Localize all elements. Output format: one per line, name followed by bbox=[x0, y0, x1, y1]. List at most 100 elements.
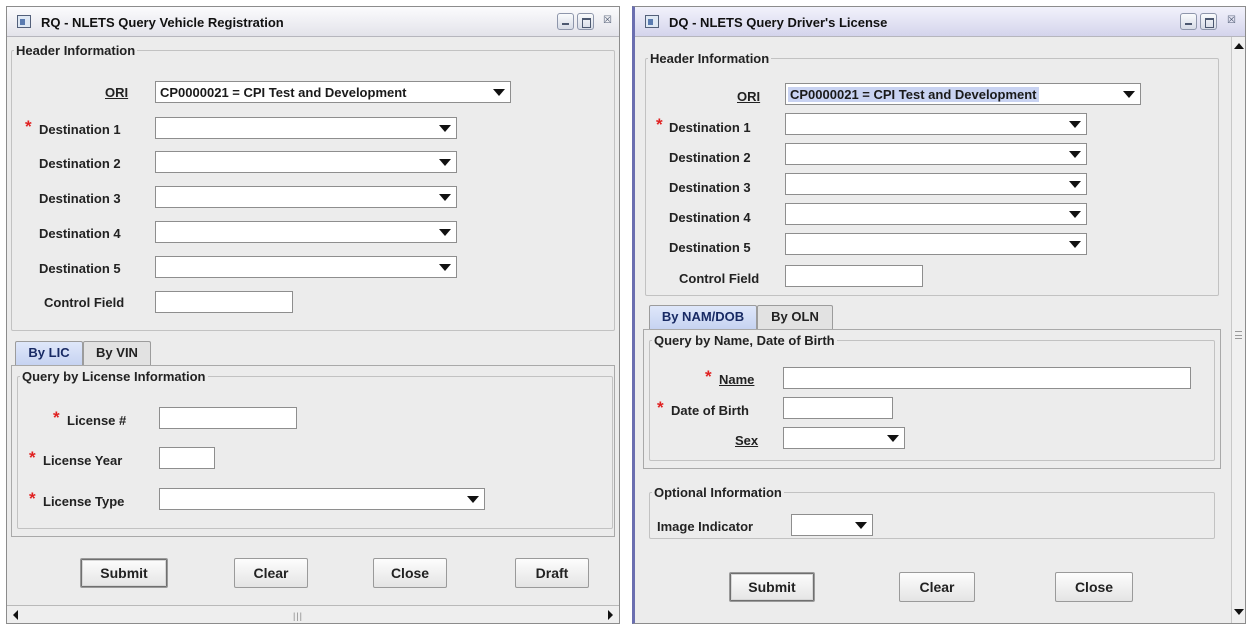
dq-destination-4-label: Destination 4 bbox=[669, 210, 751, 225]
rq-clear-button[interactable]: Clear bbox=[234, 558, 308, 588]
dq-tab-by-oln[interactable]: By OLN bbox=[757, 305, 833, 329]
close-icon[interactable]: ☒ bbox=[599, 13, 616, 30]
dq-control-field-label: Control Field bbox=[679, 271, 760, 286]
dq-destination-4-select[interactable] bbox=[785, 203, 1087, 225]
chevron-down-icon[interactable] bbox=[462, 489, 484, 509]
rq-destination-1-select[interactable] bbox=[155, 117, 457, 139]
required-star-icon: * bbox=[25, 117, 32, 136]
dq-dob-label: Date of Birth bbox=[671, 403, 749, 418]
dq-destination-2-label: Destination 2 bbox=[669, 150, 751, 165]
scroll-grip-icon[interactable] bbox=[1235, 331, 1242, 339]
scroll-left-icon[interactable] bbox=[13, 610, 18, 620]
required-star-icon: * bbox=[29, 448, 36, 467]
rq-destination-3-label: Destination 3 bbox=[39, 191, 121, 206]
chevron-down-icon[interactable] bbox=[488, 82, 510, 102]
rq-destination-2-label: Destination 2 bbox=[39, 156, 121, 171]
chevron-down-icon[interactable] bbox=[1064, 234, 1086, 254]
dq-ori-select[interactable]: CP0000021 = CPI Test and Development bbox=[785, 83, 1141, 105]
rq-query-legend: Query by License Information bbox=[22, 369, 206, 384]
minimize-icon[interactable] bbox=[557, 13, 574, 30]
chevron-down-icon[interactable] bbox=[882, 428, 904, 448]
dq-ori-label: ORI bbox=[737, 89, 761, 104]
rq-tab-by-lic[interactable]: By LIC bbox=[15, 341, 83, 365]
dq-destination-5-select[interactable] bbox=[785, 233, 1087, 255]
dq-optional-legend: Optional Information bbox=[654, 485, 782, 500]
dq-window: DQ - NLETS Query Driver's License ☒ Head… bbox=[632, 6, 1246, 624]
chevron-down-icon[interactable] bbox=[850, 515, 872, 535]
rq-horizontal-scrollbar[interactable]: ||| bbox=[7, 605, 619, 623]
rq-license-year-input[interactable] bbox=[159, 447, 215, 469]
chevron-down-icon[interactable] bbox=[1064, 204, 1086, 224]
dq-sex-label: Sex bbox=[735, 433, 759, 448]
required-star-icon: * bbox=[657, 398, 664, 417]
dq-header-legend: Header Information bbox=[650, 51, 770, 66]
chevron-down-icon[interactable] bbox=[1064, 174, 1086, 194]
rq-window: RQ - NLETS Query Vehicle Registration ☒ … bbox=[6, 6, 620, 624]
scroll-grip-icon[interactable]: ||| bbox=[293, 611, 303, 621]
chevron-down-icon[interactable] bbox=[1064, 144, 1086, 164]
dq-window-title: DQ - NLETS Query Driver's License bbox=[669, 15, 888, 30]
chevron-down-icon[interactable] bbox=[434, 118, 456, 138]
rq-tab-by-vin[interactable]: By VIN bbox=[83, 341, 151, 365]
dq-destination-3-label: Destination 3 bbox=[669, 180, 751, 195]
minimize-icon[interactable] bbox=[1180, 13, 1197, 30]
rq-control-field-input[interactable] bbox=[155, 291, 293, 313]
dq-close-button[interactable]: Close bbox=[1055, 572, 1133, 602]
dq-image-indicator-select[interactable] bbox=[791, 514, 873, 536]
dq-image-indicator-label: Image Indicator bbox=[657, 519, 754, 534]
rq-license-year-label: License Year bbox=[43, 453, 123, 468]
chevron-down-icon[interactable] bbox=[1118, 84, 1140, 104]
window-icon bbox=[645, 15, 659, 28]
dq-dob-input[interactable] bbox=[783, 397, 893, 419]
rq-destination-4-select[interactable] bbox=[155, 221, 457, 243]
rq-license-num-label: License # bbox=[67, 413, 127, 428]
rq-destination-3-select[interactable] bbox=[155, 186, 457, 208]
chevron-down-icon[interactable] bbox=[434, 187, 456, 207]
close-icon[interactable]: ☒ bbox=[1223, 13, 1240, 30]
chevron-down-icon[interactable] bbox=[1064, 114, 1086, 134]
required-star-icon: * bbox=[705, 367, 712, 386]
dq-vertical-scrollbar[interactable] bbox=[1231, 37, 1245, 623]
required-star-icon: * bbox=[656, 115, 663, 134]
dq-destination-2-select[interactable] bbox=[785, 143, 1087, 165]
scroll-up-icon[interactable] bbox=[1234, 43, 1244, 49]
scroll-right-icon[interactable] bbox=[608, 610, 613, 620]
rq-submit-button[interactable]: Submit bbox=[80, 558, 168, 588]
dq-control-field-input[interactable] bbox=[785, 265, 923, 287]
maximize-icon[interactable] bbox=[577, 13, 594, 30]
dq-destination-3-select[interactable] bbox=[785, 173, 1087, 195]
rq-ori-value: CP0000021 = CPI Test and Development bbox=[160, 85, 407, 100]
rq-control-field-label: Control Field bbox=[44, 295, 125, 310]
rq-window-title: RQ - NLETS Query Vehicle Registration bbox=[41, 15, 284, 30]
rq-license-type-label: License Type bbox=[43, 494, 125, 509]
dq-query-group: Query by Name, Date of Birth bbox=[649, 333, 1215, 461]
required-star-icon: * bbox=[29, 489, 36, 508]
chevron-down-icon[interactable] bbox=[434, 257, 456, 277]
dq-name-input[interactable] bbox=[783, 367, 1191, 389]
rq-ori-select[interactable]: CP0000021 = CPI Test and Development bbox=[155, 81, 511, 103]
rq-header-legend: Header Information bbox=[16, 43, 136, 58]
rq-destination-5-select[interactable] bbox=[155, 256, 457, 278]
rq-draft-button[interactable]: Draft bbox=[515, 558, 589, 588]
chevron-down-icon[interactable] bbox=[434, 152, 456, 172]
dq-tab-by-nam-dob[interactable]: By NAM/DOB bbox=[649, 305, 757, 329]
dq-ori-value: CP0000021 = CPI Test and Development bbox=[788, 87, 1039, 102]
dq-name-label: Name bbox=[719, 372, 755, 387]
maximize-icon[interactable] bbox=[1200, 13, 1217, 30]
rq-license-type-select[interactable] bbox=[159, 488, 485, 510]
rq-destination-5-label: Destination 5 bbox=[39, 261, 121, 276]
rq-destination-4-label: Destination 4 bbox=[39, 226, 121, 241]
rq-titlebar[interactable]: RQ - NLETS Query Vehicle Registration ☒ bbox=[7, 7, 619, 37]
scroll-down-icon[interactable] bbox=[1234, 609, 1244, 615]
rq-close-button[interactable]: Close bbox=[373, 558, 447, 588]
dq-submit-button[interactable]: Submit bbox=[729, 572, 815, 602]
dq-titlebar[interactable]: DQ - NLETS Query Driver's License ☒ bbox=[635, 7, 1245, 37]
required-star-icon: * bbox=[53, 408, 60, 427]
dq-clear-button[interactable]: Clear bbox=[899, 572, 975, 602]
rq-license-num-input[interactable] bbox=[159, 407, 297, 429]
dq-destination-1-select[interactable] bbox=[785, 113, 1087, 135]
dq-query-legend: Query by Name, Date of Birth bbox=[654, 333, 835, 348]
chevron-down-icon[interactable] bbox=[434, 222, 456, 242]
dq-sex-select[interactable] bbox=[783, 427, 905, 449]
rq-destination-2-select[interactable] bbox=[155, 151, 457, 173]
